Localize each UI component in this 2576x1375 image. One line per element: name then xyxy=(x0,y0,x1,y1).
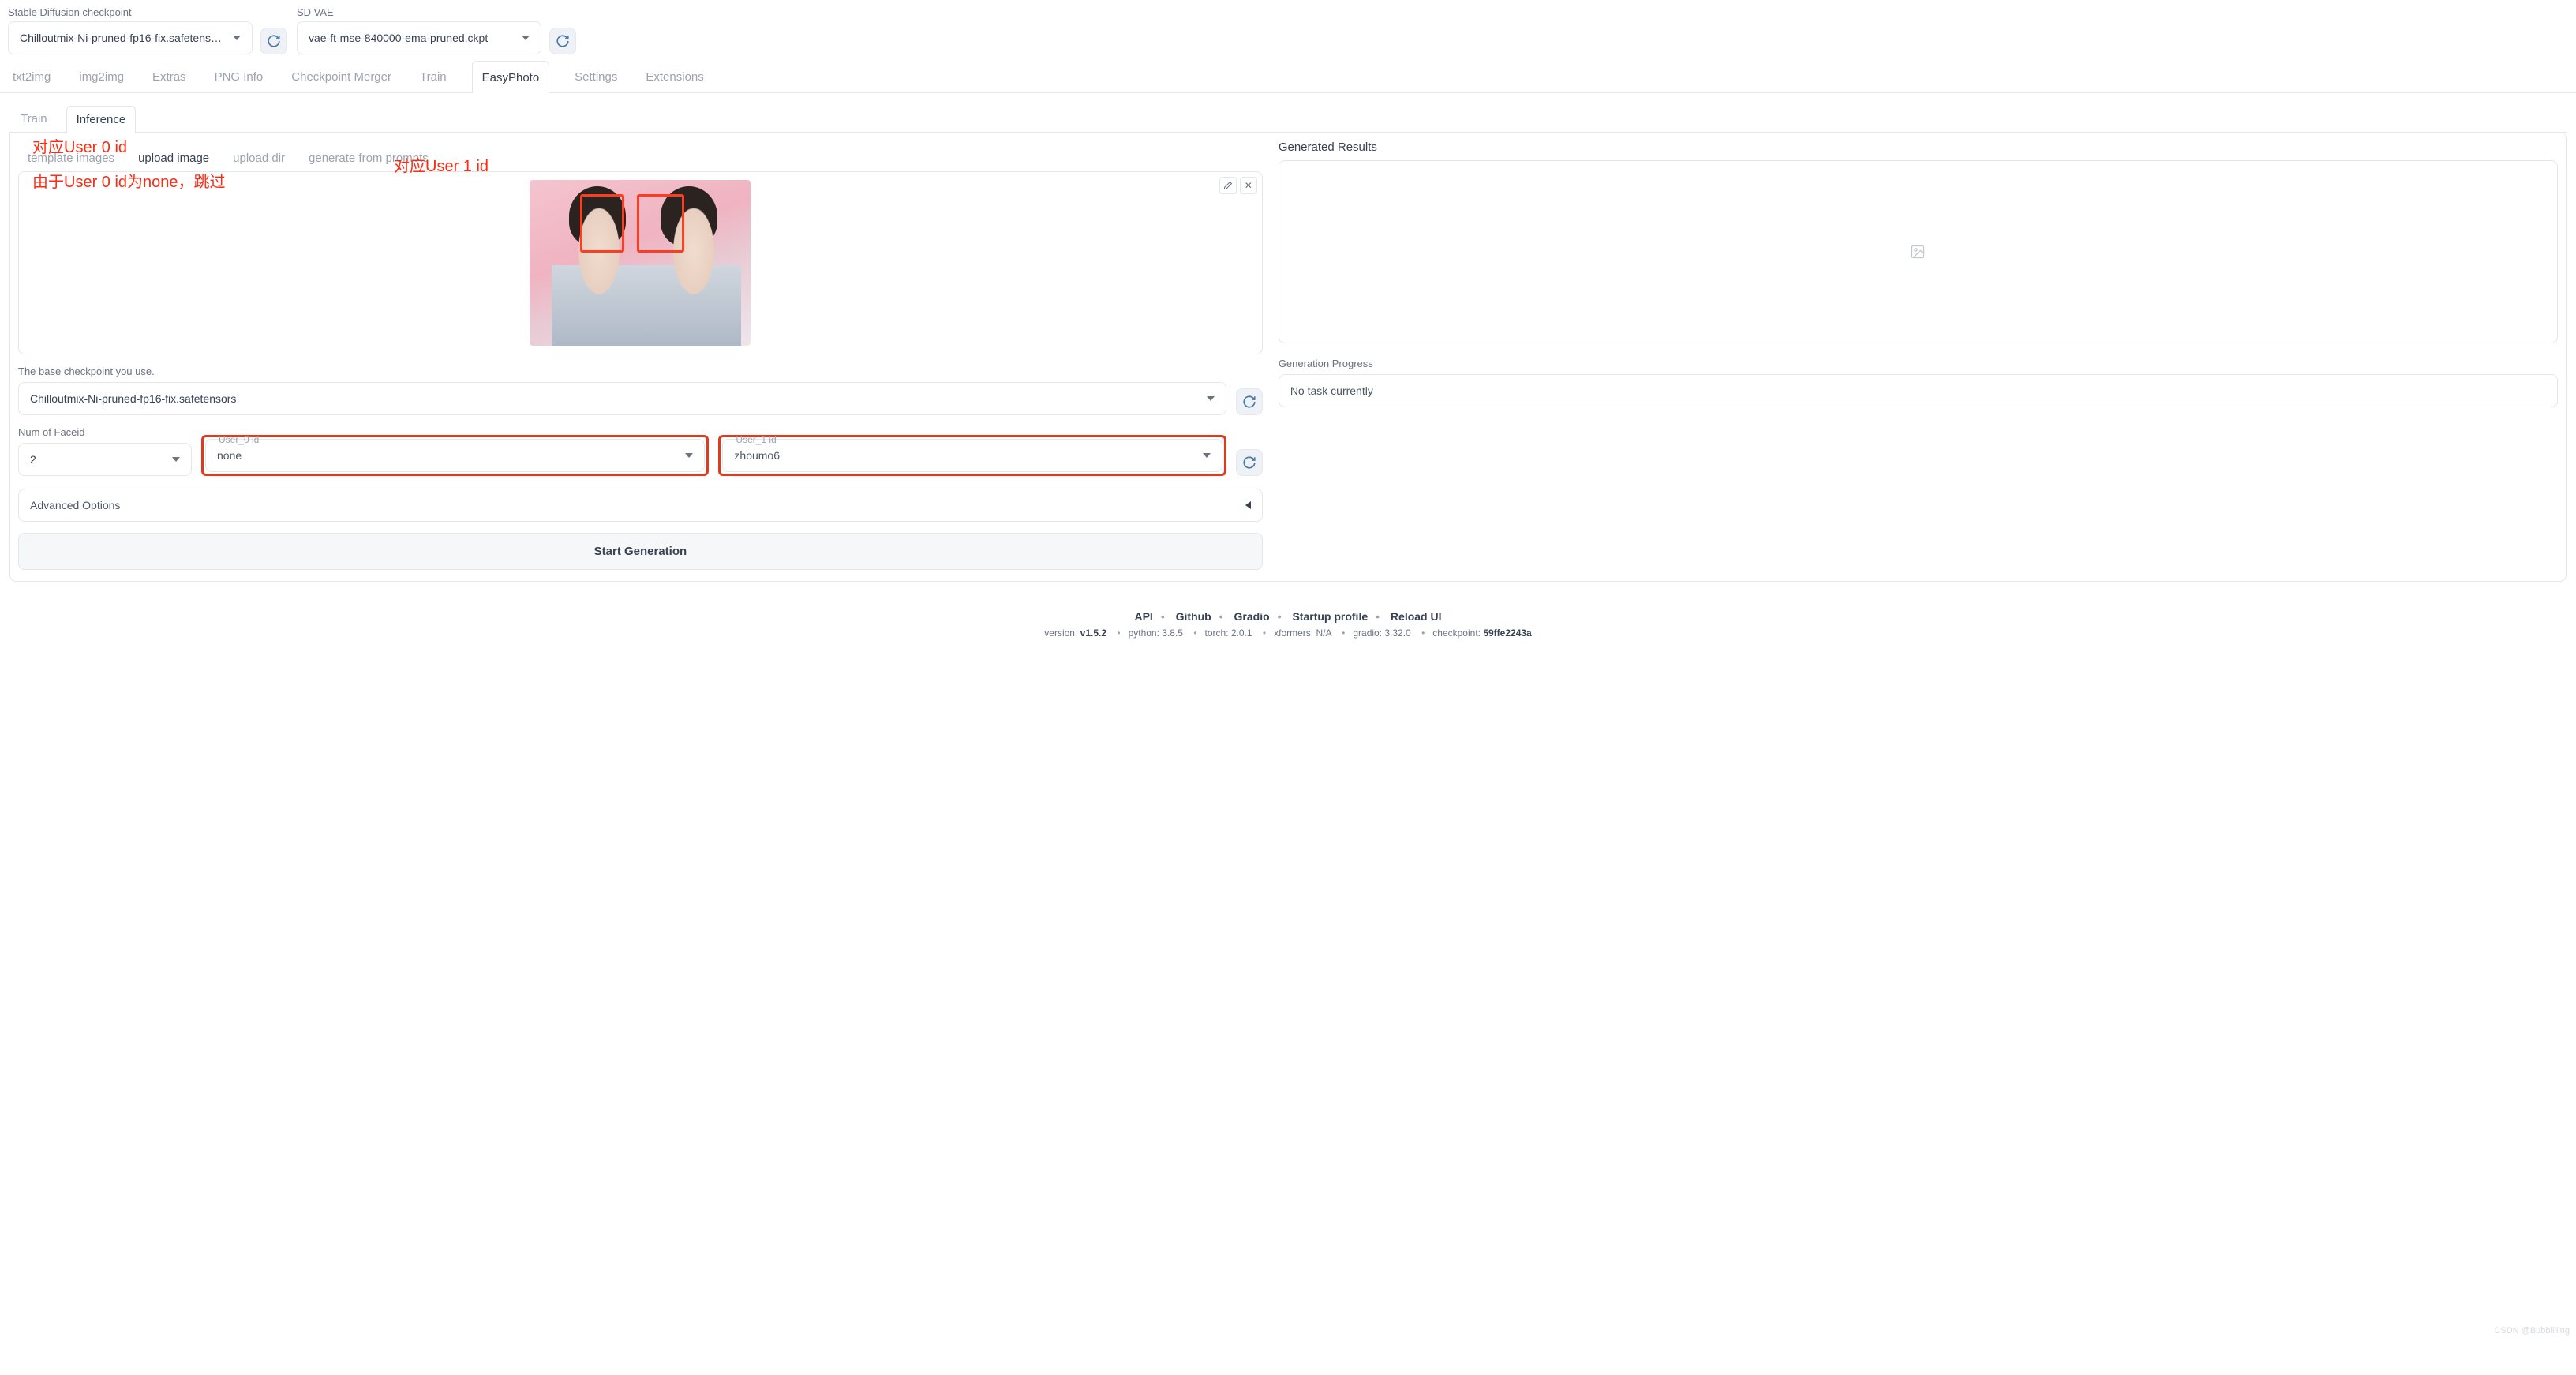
inference-panel: 对应User 0 id 由于User 0 id为none，跳过 对应User 1… xyxy=(9,133,2567,582)
user-0-field-highlighted: User_0 id none xyxy=(201,435,709,476)
refresh-checkpoint-button[interactable] xyxy=(260,28,287,54)
sd-checkpoint-select[interactable]: Chilloutmix-Ni-pruned-fp16-fix.safetenso… xyxy=(8,21,253,54)
num-faceid-field: Num of Faceid 2 xyxy=(18,426,192,476)
tab-train[interactable]: Train xyxy=(417,61,450,92)
tab-easyphoto[interactable]: EasyPhoto xyxy=(472,61,550,93)
advanced-options-label: Advanced Options xyxy=(30,499,120,511)
edit-image-button[interactable] xyxy=(1219,177,1237,194)
sd-vae-value: vae-ft-mse-840000-ema-pruned.ckpt xyxy=(309,32,488,44)
detected-face-0 xyxy=(580,194,624,253)
refresh-vae-button[interactable] xyxy=(549,28,576,54)
chevron-down-icon xyxy=(233,36,241,40)
image-source-tabs: template images upload image upload dir … xyxy=(18,140,1263,171)
chevron-down-icon xyxy=(172,457,180,462)
uploaded-image-area[interactable]: ✕ xyxy=(18,171,1263,354)
generation-progress-label: Generation Progress xyxy=(1279,358,2558,369)
sub-tabs: Train Inference xyxy=(9,99,2567,133)
num-faceid-select[interactable]: 2 xyxy=(18,443,192,476)
close-icon: ✕ xyxy=(1245,180,1252,191)
advanced-options-accordion[interactable]: Advanced Options xyxy=(18,489,1263,522)
base-checkpoint-value: Chilloutmix-Ni-pruned-fp16-fix.safetenso… xyxy=(30,392,236,405)
sd-vae-label: SD VAE xyxy=(297,6,541,18)
num-faceid-label: Num of Faceid xyxy=(18,426,192,438)
refresh-icon xyxy=(1242,395,1256,409)
main-tabs: txt2img img2img Extras PNG Info Checkpoi… xyxy=(0,61,2576,93)
annotation-skip: 由于User 0 id为none，跳过 xyxy=(32,169,226,192)
footer-links: API• Github• Gradio• Startup profile• Re… xyxy=(0,610,2576,623)
tab-extensions[interactable]: Extensions xyxy=(642,61,706,92)
img-tab-upload-dir[interactable]: upload dir xyxy=(231,145,286,171)
chevron-down-icon xyxy=(1203,453,1211,458)
refresh-base-checkpoint-button[interactable] xyxy=(1236,388,1263,415)
detected-face-1 xyxy=(637,194,684,253)
right-column: Generated Results Generation Progress No… xyxy=(1279,140,2558,407)
footer-link-startup[interactable]: Startup profile xyxy=(1292,610,1368,623)
annotation-user0: 对应User 0 id xyxy=(32,134,127,157)
footer-link-github[interactable]: Github xyxy=(1176,610,1211,623)
clear-image-button[interactable]: ✕ xyxy=(1240,177,1257,194)
chevron-down-icon xyxy=(685,453,693,458)
user-1-value: zhoumo6 xyxy=(734,449,780,462)
footer-link-gradio[interactable]: Gradio xyxy=(1234,610,1270,623)
footer-link-reload[interactable]: Reload UI xyxy=(1391,610,1442,623)
tab-txt2img[interactable]: txt2img xyxy=(9,61,54,92)
img-tab-upload[interactable]: upload image xyxy=(137,145,211,171)
sd-vae-group: SD VAE vae-ft-mse-840000-ema-pruned.ckpt xyxy=(297,6,576,54)
top-bar: Stable Diffusion checkpoint Chilloutmix-… xyxy=(0,0,2576,61)
python-value: python: 3.8.5 xyxy=(1129,628,1183,639)
tab-checkpoint-merger[interactable]: Checkpoint Merger xyxy=(288,61,395,92)
chevron-down-icon xyxy=(522,36,530,40)
start-generation-button[interactable]: Start Generation xyxy=(18,533,1263,570)
watermark: CSDN @Bubbliiiing xyxy=(2494,1326,2570,1336)
image-placeholder-icon xyxy=(1910,244,1926,260)
sub-tab-inference[interactable]: Inference xyxy=(66,106,137,133)
chevron-down-icon xyxy=(1207,396,1215,401)
tab-img2img[interactable]: img2img xyxy=(76,61,127,92)
sd-checkpoint-label: Stable Diffusion checkpoint xyxy=(8,6,253,18)
footer-link-api[interactable]: API xyxy=(1134,610,1152,623)
refresh-icon xyxy=(267,34,281,48)
user-0-select[interactable]: User_0 id none xyxy=(205,439,705,472)
refresh-icon xyxy=(556,34,570,48)
base-checkpoint-label: The base checkpoint you use. xyxy=(18,365,1263,377)
triangle-left-icon xyxy=(1245,501,1251,509)
footer-meta: version: v1.5.2 •python: 3.8.5 •torch: 2… xyxy=(0,628,2576,639)
version-value: v1.5.2 xyxy=(1080,628,1106,639)
user-1-select[interactable]: User_1 id zhoumo6 xyxy=(722,439,1222,472)
user-1-label: User_1 id xyxy=(736,434,776,445)
xformers-value: xformers: N/A xyxy=(1274,628,1331,639)
gradio-value: gradio: 3.32.0 xyxy=(1353,628,1410,639)
pencil-icon xyxy=(1223,181,1233,190)
generated-results-label: Generated Results xyxy=(1279,140,2558,154)
base-checkpoint-select[interactable]: Chilloutmix-Ni-pruned-fp16-fix.safetenso… xyxy=(18,382,1226,415)
left-column: 对应User 0 id 由于User 0 id为none，跳过 对应User 1… xyxy=(18,140,1263,570)
sd-checkpoint-value: Chilloutmix-Ni-pruned-fp16-fix.safetenso… xyxy=(20,32,225,44)
refresh-icon xyxy=(1242,455,1256,470)
tab-extras[interactable]: Extras xyxy=(149,61,189,92)
uploaded-image xyxy=(530,180,751,346)
footer: API• Github• Gradio• Startup profile• Re… xyxy=(0,594,2576,662)
content: Train Inference 对应User 0 id 由于User 0 id为… xyxy=(0,93,2576,594)
user-0-value: none xyxy=(217,449,242,462)
annotation-user1: 对应User 1 id xyxy=(394,153,489,176)
generation-progress-box: No task currently xyxy=(1279,374,2558,407)
user-1-field-highlighted: User_1 id zhoumo6 xyxy=(718,435,1226,476)
torch-value: torch: 2.0.1 xyxy=(1205,628,1252,639)
refresh-users-button[interactable] xyxy=(1236,449,1263,476)
checkpoint-value: 59ffe2243a xyxy=(1483,628,1531,639)
sd-checkpoint-group: Stable Diffusion checkpoint Chilloutmix-… xyxy=(8,6,287,54)
num-faceid-value: 2 xyxy=(30,453,36,466)
tab-pnginfo[interactable]: PNG Info xyxy=(212,61,267,92)
generated-results-box xyxy=(1279,160,2558,343)
image-controls: ✕ xyxy=(1219,177,1257,194)
generation-progress-value: No task currently xyxy=(1290,384,1373,397)
sd-vae-select[interactable]: vae-ft-mse-840000-ema-pruned.ckpt xyxy=(297,21,541,54)
sub-tab-train[interactable]: Train xyxy=(17,106,51,133)
user-0-label: User_0 id xyxy=(219,434,259,445)
tab-settings[interactable]: Settings xyxy=(571,61,620,92)
